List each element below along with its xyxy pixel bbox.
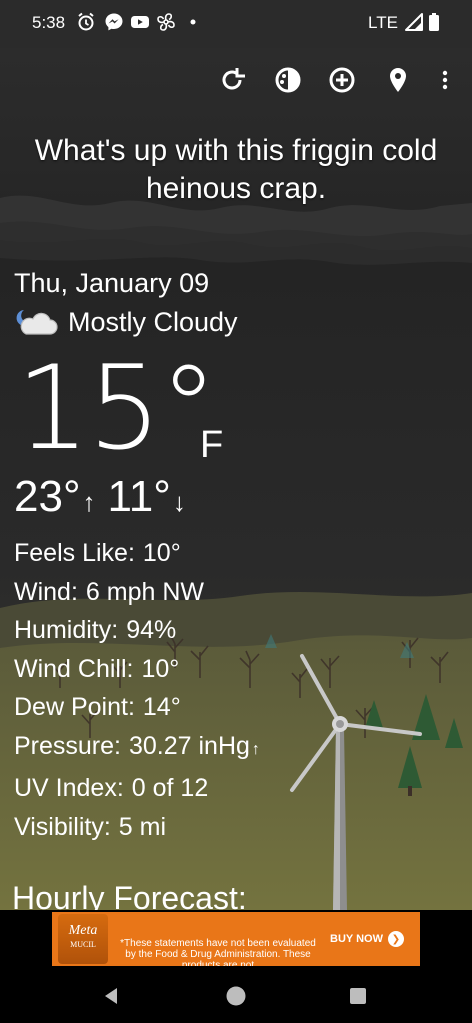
refresh-button[interactable] bbox=[214, 62, 250, 98]
status-time: 5:38 bbox=[32, 13, 66, 32]
fan-icon bbox=[157, 13, 175, 31]
buy-now-label: BUY NOW bbox=[330, 933, 383, 945]
status-bar: 5:38 LTE bbox=[0, 0, 472, 48]
theme-icon bbox=[275, 67, 301, 93]
ad-brand: Meta bbox=[68, 923, 98, 938]
detail-label: Visibility: bbox=[14, 812, 111, 841]
home-icon bbox=[226, 986, 246, 1006]
detail-label: UV Index: bbox=[14, 774, 124, 802]
theme-button[interactable] bbox=[270, 62, 306, 98]
detail-value: 10° bbox=[142, 539, 181, 567]
battery-icon bbox=[429, 13, 439, 31]
low-temp: 11° bbox=[107, 472, 171, 521]
pressure-trend-icon: ↑ bbox=[251, 740, 260, 758]
weather-app: What's up with this friggin cold heinous… bbox=[0, 48, 472, 910]
recents-button[interactable] bbox=[344, 982, 372, 1010]
youtube-icon bbox=[131, 16, 149, 28]
location-icon bbox=[390, 68, 406, 92]
weather-details: Feels Like: 10° Wind: 6 mph NW Humidity: 94… bbox=[14, 534, 260, 846]
detail-humidity: Humidity: 94% bbox=[14, 611, 260, 650]
home-button[interactable] bbox=[222, 982, 250, 1010]
high-temp: 23° bbox=[14, 472, 81, 521]
detail-label: Humidity: bbox=[14, 616, 119, 644]
more-icon bbox=[442, 70, 448, 90]
condition-row: Mostly Cloudy bbox=[14, 306, 238, 338]
ad-banner[interactable]: Meta MUCIL *These statements have not be… bbox=[52, 912, 420, 966]
ad-area: Meta MUCIL *These statements have not be… bbox=[0, 910, 472, 968]
detail-label: Wind Chill: bbox=[14, 654, 134, 683]
location-button[interactable] bbox=[380, 62, 416, 98]
detail-label: Feels Like: bbox=[14, 539, 135, 567]
detail-value: 30.27 inHg bbox=[128, 731, 250, 760]
dot-icon bbox=[190, 19, 196, 25]
low-arrow-icon: ↓ bbox=[172, 487, 186, 517]
detail-value: 94% bbox=[126, 616, 177, 644]
overflow-menu-button[interactable] bbox=[430, 62, 460, 98]
add-location-button[interactable] bbox=[324, 62, 360, 98]
high-low-temps: 23° ↑ 11° ↓ bbox=[14, 472, 198, 522]
back-button[interactable] bbox=[98, 982, 126, 1010]
messenger-icon bbox=[105, 13, 123, 31]
detail-label: Wind: bbox=[14, 577, 78, 606]
detail-wind-chill: Wind Chill: 10° bbox=[14, 650, 260, 689]
detail-feels-like: Feels Like: 10° bbox=[14, 534, 260, 573]
detail-value: 14° bbox=[142, 693, 181, 721]
network-type: LTE bbox=[368, 13, 398, 32]
arrow-right-icon: ❯ bbox=[387, 931, 404, 947]
detail-label: Dew Point: bbox=[14, 693, 135, 721]
signal-icon bbox=[405, 13, 423, 31]
high-arrow-icon: ↑ bbox=[82, 487, 96, 517]
detail-label: Pressure: bbox=[14, 731, 121, 760]
current-date: Thu, January 09 bbox=[14, 268, 210, 298]
ad-product-image: Meta MUCIL bbox=[58, 914, 108, 964]
back-icon bbox=[105, 988, 117, 1004]
recents-icon bbox=[350, 988, 366, 1004]
detail-visibility: Visibility: 5 mi bbox=[14, 808, 260, 847]
detail-uv-index: UV Index: 0 of 12 bbox=[14, 769, 260, 808]
detail-value: 5 mi bbox=[118, 812, 167, 841]
hourly-forecast-heading: Hourly Forecast: bbox=[12, 880, 247, 910]
buy-now-button[interactable]: BUY NOW ❯ bbox=[322, 928, 412, 950]
condition-text: Mostly Cloudy bbox=[68, 306, 238, 337]
navigation-bar bbox=[0, 968, 472, 1023]
current-temperature: 15° bbox=[16, 341, 218, 476]
detail-value: 0 of 12 bbox=[131, 774, 209, 802]
detail-value: 6 mph NW bbox=[85, 577, 204, 606]
temperature-unit: F bbox=[200, 424, 224, 466]
add-icon bbox=[329, 67, 355, 93]
detail-wind: Wind: 6 mph NW bbox=[14, 573, 260, 612]
detail-dew-point: Dew Point: 14° bbox=[14, 688, 260, 727]
refresh-icon bbox=[222, 68, 245, 90]
detail-pressure: Pressure: 30.27 inHg ↑ bbox=[14, 727, 260, 770]
partly-cloudy-night-icon bbox=[16, 310, 58, 335]
ad-brand-sub: MUCIL bbox=[70, 940, 96, 949]
snarky-headline: What's up with this friggin cold heinous… bbox=[34, 134, 438, 205]
ad-disclaimer: *These statements have not been evaluate… bbox=[120, 938, 316, 966]
alarm-icon bbox=[78, 12, 94, 31]
detail-value: 10° bbox=[141, 654, 180, 683]
